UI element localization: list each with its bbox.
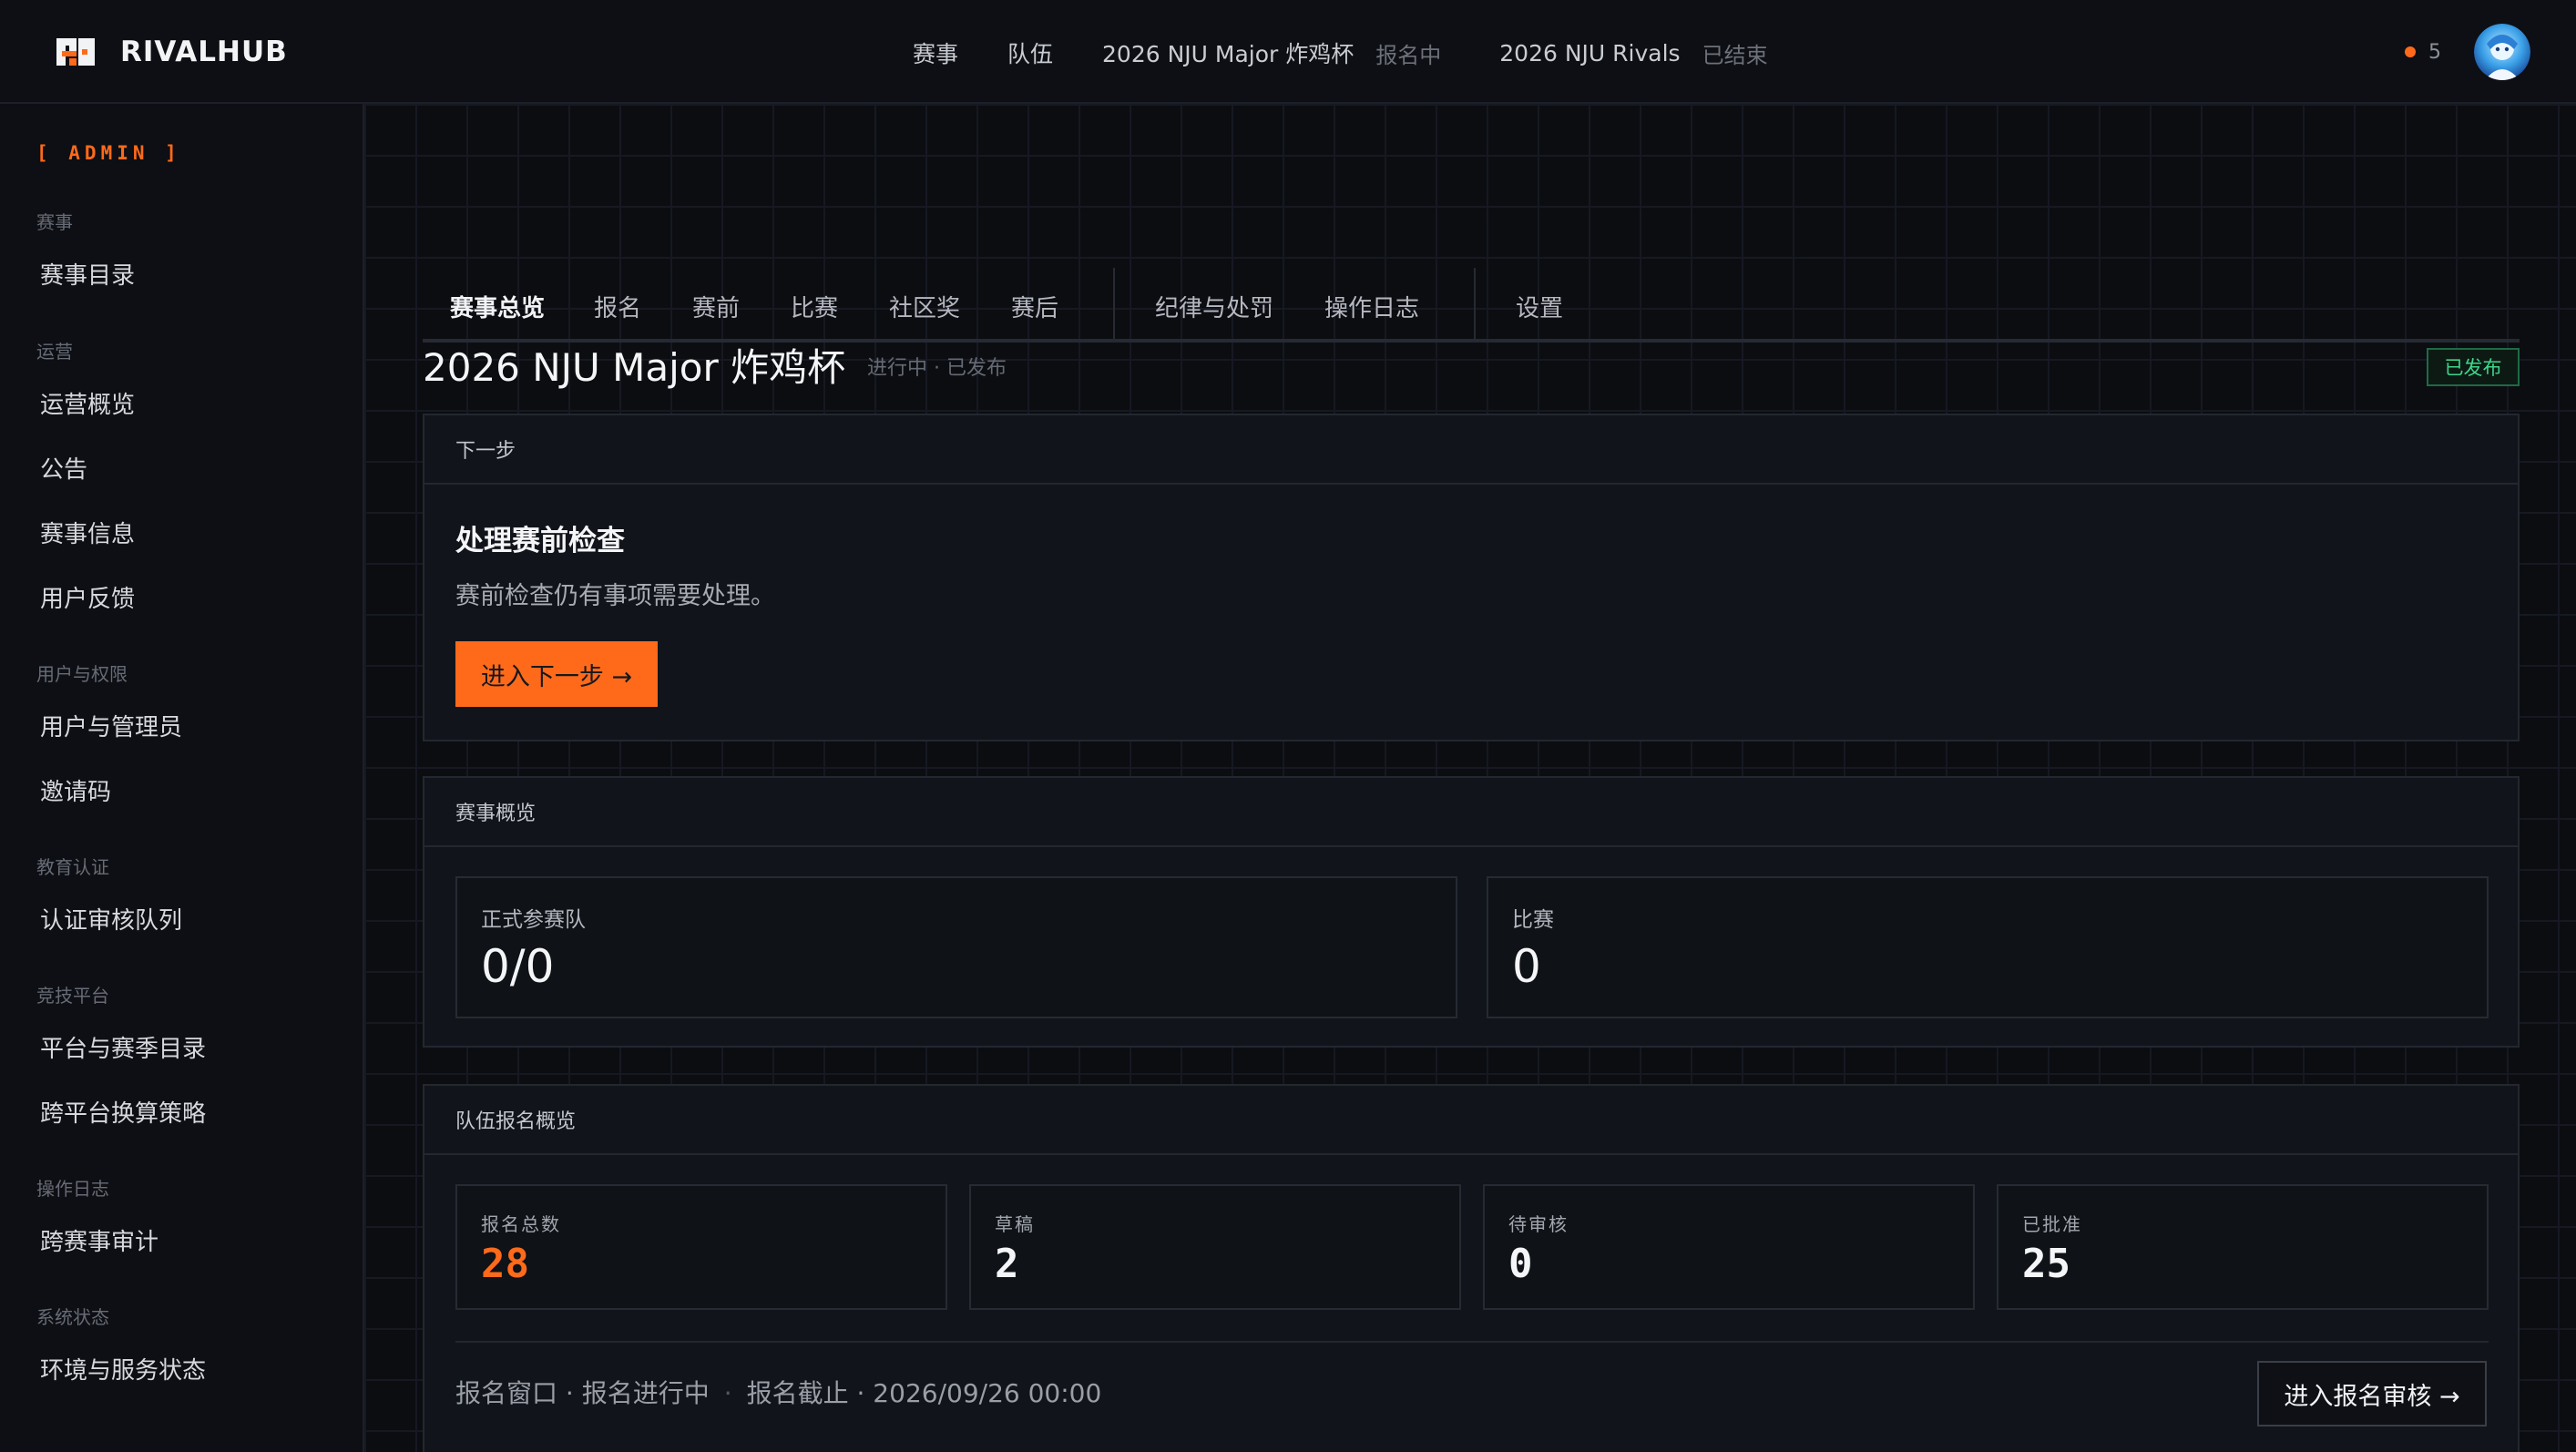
nav-event-major[interactable]: 2026 NJU Major 炸鸡杯 报名中: [1102, 36, 1441, 69]
brand-logo-icon: [56, 38, 95, 66]
sidebar-item-users-admins[interactable]: 用户与管理员: [40, 709, 182, 742]
tab-matches[interactable]: 比赛: [791, 290, 838, 323]
stat-matches: 比赛 0: [1487, 876, 2489, 1018]
card-header: 队伍报名概览: [424, 1086, 2518, 1155]
nav-event-rivals[interactable]: 2026 NJU Rivals 已结束: [1499, 37, 1767, 69]
notification-dot-icon: [2405, 46, 2416, 57]
page-title: 2026 NJU Major 炸鸡杯: [423, 345, 846, 390]
sidebar-group-label: 教育认证: [36, 856, 109, 878]
tab-community-awards[interactable]: 社区奖: [889, 290, 960, 323]
stat-value: 2: [995, 1241, 1019, 1287]
top-nav: 赛事 队伍 2026 NJU Major 炸鸡杯 报名中 2026 NJU Ri…: [913, 35, 1826, 71]
tab-divider: [1113, 268, 1115, 339]
team-registration-card: 队伍报名概览 报名总数 28 草稿 2 待审核 0 已批准 25 报名窗口 · …: [423, 1084, 2520, 1452]
sidebar-group-label: 竞技平台: [36, 985, 109, 1007]
avatar-image-icon: [2474, 24, 2530, 80]
registration-window: 报名窗口 · 报名进行中: [455, 1378, 710, 1408]
sidebar-item-user-feedback[interactable]: 用户反馈: [40, 580, 135, 614]
tab-pre-event[interactable]: 赛前: [692, 290, 740, 323]
next-step-title: 处理赛前检查: [455, 525, 625, 557]
status-badge: 已发布: [2427, 348, 2520, 386]
tab-discipline[interactable]: 纪律与处罚: [1155, 290, 1273, 323]
tab-divider: [1474, 268, 1476, 339]
sidebar-item-service-status[interactable]: 环境与服务状态: [40, 1352, 206, 1386]
sidebar-item-cross-audit[interactable]: 跨赛事审计: [40, 1223, 158, 1257]
event-overview-card: 赛事概览 正式参赛队 0/0 比赛 0: [423, 776, 2520, 1048]
tab-bar: 赛事总览 报名 赛前 比赛 社区奖 赛后 纪律与处罚 操作日志 设置: [423, 164, 2520, 343]
stat-label: 比赛: [1512, 908, 1554, 932]
card-header: 赛事概览: [424, 778, 2518, 847]
avatar[interactable]: [2474, 24, 2530, 80]
stat-label: 报名总数: [481, 1213, 561, 1235]
notification-count: 5: [2428, 40, 2441, 64]
stat-label: 正式参赛队: [481, 908, 586, 932]
top-bar: RIVALHUB 赛事 队伍 2026 NJU Major 炸鸡杯 报名中 20…: [0, 0, 2576, 104]
nav-item-events[interactable]: 赛事: [913, 36, 958, 69]
card-header: 下一步: [424, 415, 2518, 485]
main-content: 赛事总览 报名 赛前 比赛 社区奖 赛后 纪律与处罚 操作日志 设置 2026 …: [364, 104, 2576, 1452]
nav-event-status: 报名中: [1375, 42, 1442, 68]
divider: [455, 1341, 2489, 1343]
nav-event-name: 2026 NJU Major 炸鸡杯: [1102, 41, 1354, 67]
sidebar-group-label: 赛事: [36, 211, 73, 233]
sidebar-group-label: 操作日志: [36, 1178, 109, 1200]
sidebar-item-platform-seasons[interactable]: 平台与赛季目录: [40, 1030, 206, 1064]
page-status-line: 进行中 · 已发布: [867, 357, 1007, 380]
sidebar-item-event-info[interactable]: 赛事信息: [40, 516, 135, 549]
go-registration-review-button[interactable]: 进入报名审核 →: [2257, 1361, 2487, 1426]
sidebar-group-label: 系统状态: [36, 1306, 109, 1328]
stat-value: 0: [1512, 940, 1541, 993]
top-right: 5: [2405, 22, 2530, 82]
registration-deadline: 报名截止 · 2026/09/26 00:00: [746, 1378, 1102, 1408]
sidebar-item-verification-queue[interactable]: 认证审核队列: [40, 902, 182, 936]
stat-pending-review: 待审核 0: [1483, 1184, 1975, 1310]
next-step-card: 下一步 处理赛前检查 赛前检查仍有事项需要处理。 进入下一步 →: [423, 414, 2520, 741]
stat-drafts: 草稿 2: [969, 1184, 1461, 1310]
next-step-description: 赛前检查仍有事项需要处理。: [455, 582, 775, 610]
tab-operation-log[interactable]: 操作日志: [1324, 290, 1419, 323]
stat-total-registrations: 报名总数 28: [455, 1184, 947, 1310]
notification-indicator[interactable]: 5: [2405, 41, 2441, 64]
sidebar-item-ops-overview[interactable]: 运营概览: [40, 386, 135, 420]
tab-post-event[interactable]: 赛后: [1011, 290, 1058, 323]
go-next-step-button[interactable]: 进入下一步 →: [455, 641, 658, 707]
sidebar-item-conversion-policy[interactable]: 跨平台换算策略: [40, 1095, 206, 1129]
sidebar-group-label: 用户与权限: [36, 663, 128, 685]
stat-value: 28: [481, 1241, 529, 1287]
tab-settings[interactable]: 设置: [1516, 290, 1563, 323]
sidebar-item-event-catalog[interactable]: 赛事目录: [40, 257, 135, 291]
stat-label: 待审核: [1508, 1213, 1569, 1235]
stat-official-teams: 正式参赛队 0/0: [455, 876, 1457, 1018]
brand[interactable]: RIVALHUB: [51, 24, 288, 80]
nav-item-teams[interactable]: 队伍: [1007, 36, 1053, 69]
stat-value: 0/0: [481, 940, 555, 993]
sidebar-item-announcements[interactable]: 公告: [40, 451, 87, 485]
separator: ·: [723, 1378, 732, 1408]
stat-value: 25: [2022, 1241, 2070, 1287]
stat-approved: 已批准 25: [1997, 1184, 2489, 1310]
sidebar-group-label: 运营: [36, 341, 73, 363]
admin-tag: [ ADMIN ]: [36, 142, 181, 164]
sidebar-item-invite-codes[interactable]: 邀请码: [40, 773, 111, 807]
page-header: 2026 NJU Major 炸鸡杯 进行中 · 已发布: [423, 330, 2520, 394]
stat-label: 已批准: [2022, 1213, 2082, 1235]
nav-event-status: 已结束: [1702, 42, 1768, 68]
stat-value: 0: [1508, 1241, 1533, 1287]
sidebar: [ ADMIN ] 赛事 赛事目录 运营 运营概览 公告 赛事信息 用户反馈 用…: [0, 104, 364, 1452]
registration-window-info: 报名窗口 · 报名进行中 · 报名截止 · 2026/09/26 00:00: [455, 1374, 1101, 1410]
nav-event-name: 2026 NJU Rivals: [1499, 39, 1681, 66]
brand-name: RIVALHUB: [120, 36, 288, 68]
tab-registration[interactable]: 报名: [594, 290, 641, 323]
tab-overview[interactable]: 赛事总览: [450, 290, 545, 323]
stat-label: 草稿: [995, 1213, 1035, 1235]
